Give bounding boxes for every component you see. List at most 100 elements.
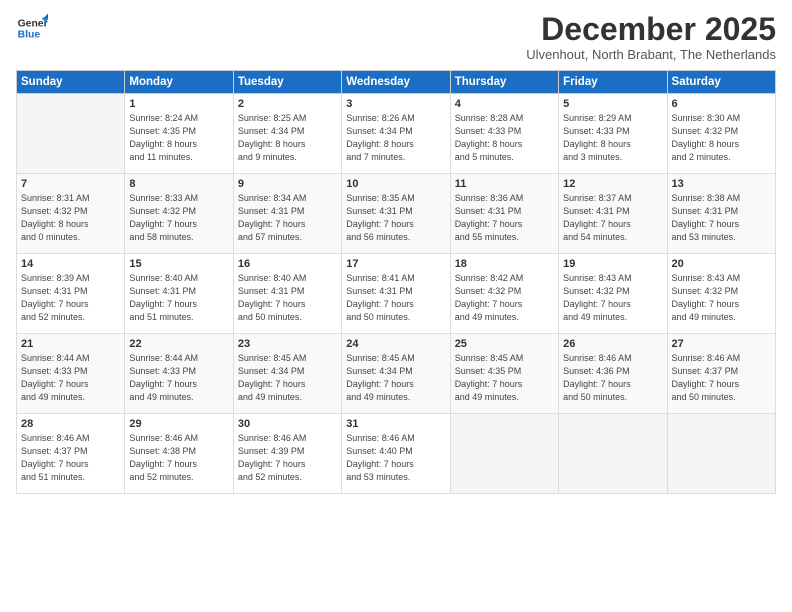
day-info: Sunrise: 8:40 AM Sunset: 4:31 PM Dayligh… bbox=[129, 272, 228, 324]
day-header-friday: Friday bbox=[559, 71, 667, 94]
day-number: 28 bbox=[21, 418, 120, 430]
day-info: Sunrise: 8:31 AM Sunset: 4:32 PM Dayligh… bbox=[21, 192, 120, 244]
calendar-cell bbox=[667, 414, 775, 494]
calendar-cell: 17 Sunrise: 8:41 AM Sunset: 4:31 PM Dayli… bbox=[342, 254, 450, 334]
calendar-table: SundayMondayTuesdayWednesdayThursdayFrid… bbox=[16, 70, 776, 494]
calendar-cell: 11 Sunrise: 8:36 AM Sunset: 4:31 PM Dayli… bbox=[450, 174, 558, 254]
day-number: 8 bbox=[129, 178, 228, 190]
day-number: 17 bbox=[346, 258, 445, 270]
day-number: 7 bbox=[21, 178, 120, 190]
calendar-cell: 29Sunrise: 8:46 AM Sunset: 4:38 PM Dayli… bbox=[125, 414, 233, 494]
day-info: Sunrise: 8:36 AM Sunset: 4:31 PM Dayligh… bbox=[455, 192, 554, 244]
day-info: Sunrise: 8:46 AM Sunset: 4:38 PM Dayligh… bbox=[129, 432, 228, 484]
day-info: Sunrise: 8:42 AM Sunset: 4:32 PM Dayligh… bbox=[455, 272, 554, 324]
calendar-cell: 6 Sunrise: 8:30 AM Sunset: 4:32 PM Daylig… bbox=[667, 94, 775, 174]
day-header-wednesday: Wednesday bbox=[342, 71, 450, 94]
day-number: 12 bbox=[563, 178, 662, 190]
calendar-cell: 19 Sunrise: 8:43 AM Sunset: 4:32 PM Dayli… bbox=[559, 254, 667, 334]
day-header-saturday: Saturday bbox=[667, 71, 775, 94]
day-number: 13 bbox=[672, 178, 771, 190]
day-info: Sunrise: 8:44 AM Sunset: 4:33 PM Dayligh… bbox=[129, 352, 228, 404]
day-number: 27 bbox=[672, 338, 771, 350]
day-info: Sunrise: 8:24 AM Sunset: 4:35 PM Dayligh… bbox=[129, 112, 228, 164]
calendar-cell: 8Sunrise: 8:33 AM Sunset: 4:32 PM Daylig… bbox=[125, 174, 233, 254]
calendar-cell: 12 Sunrise: 8:37 AM Sunset: 4:31 PM Dayli… bbox=[559, 174, 667, 254]
calendar-week-4: 21Sunrise: 8:44 AM Sunset: 4:33 PM Dayli… bbox=[17, 334, 776, 414]
day-info: Sunrise: 8:28 AM Sunset: 4:33 PM Dayligh… bbox=[455, 112, 554, 164]
calendar-cell: 2 Sunrise: 8:25 AM Sunset: 4:34 PM Daylig… bbox=[233, 94, 341, 174]
calendar-cell: 26Sunrise: 8:46 AM Sunset: 4:36 PM Dayli… bbox=[559, 334, 667, 414]
day-info: Sunrise: 8:45 AM Sunset: 4:34 PM Dayligh… bbox=[346, 352, 445, 404]
calendar-cell: 22 Sunrise: 8:44 AM Sunset: 4:33 PM Dayli… bbox=[125, 334, 233, 414]
day-number: 11 bbox=[455, 178, 554, 190]
day-info: Sunrise: 8:35 AM Sunset: 4:31 PM Dayligh… bbox=[346, 192, 445, 244]
day-info: Sunrise: 8:41 AM Sunset: 4:31 PM Dayligh… bbox=[346, 272, 445, 324]
day-number: 20 bbox=[672, 258, 771, 270]
day-info: Sunrise: 8:44 AM Sunset: 4:33 PM Dayligh… bbox=[21, 352, 120, 404]
day-info: Sunrise: 8:45 AM Sunset: 4:35 PM Dayligh… bbox=[455, 352, 554, 404]
calendar-cell: 10 Sunrise: 8:35 AM Sunset: 4:31 PM Dayli… bbox=[342, 174, 450, 254]
day-info: Sunrise: 8:37 AM Sunset: 4:31 PM Dayligh… bbox=[563, 192, 662, 244]
day-number: 16 bbox=[238, 258, 337, 270]
page-header: General Blue December 2025 Ulvenhout, No… bbox=[16, 12, 776, 62]
calendar-header-row: SundayMondayTuesdayWednesdayThursdayFrid… bbox=[17, 71, 776, 94]
calendar-cell: 9 Sunrise: 8:34 AM Sunset: 4:31 PM Daylig… bbox=[233, 174, 341, 254]
calendar-week-3: 14Sunrise: 8:39 AM Sunset: 4:31 PM Dayli… bbox=[17, 254, 776, 334]
day-number: 24 bbox=[346, 338, 445, 350]
day-info: Sunrise: 8:43 AM Sunset: 4:32 PM Dayligh… bbox=[563, 272, 662, 324]
day-number: 31 bbox=[346, 418, 445, 430]
day-info: Sunrise: 8:43 AM Sunset: 4:32 PM Dayligh… bbox=[672, 272, 771, 324]
day-header-thursday: Thursday bbox=[450, 71, 558, 94]
svg-text:Blue: Blue bbox=[18, 30, 41, 41]
calendar-week-5: 28 Sunrise: 8:46 AM Sunset: 4:37 PM Dayli… bbox=[17, 414, 776, 494]
calendar-cell: 31Sunrise: 8:46 AM Sunset: 4:40 PM Dayli… bbox=[342, 414, 450, 494]
calendar-cell: 18 Sunrise: 8:42 AM Sunset: 4:32 PM Dayli… bbox=[450, 254, 558, 334]
logo: General Blue bbox=[16, 12, 48, 44]
calendar-cell: 4Sunrise: 8:28 AM Sunset: 4:33 PM Daylig… bbox=[450, 94, 558, 174]
calendar-cell: 27 Sunrise: 8:46 AM Sunset: 4:37 PM Dayli… bbox=[667, 334, 775, 414]
day-number: 22 bbox=[129, 338, 228, 350]
calendar-cell: 24 Sunrise: 8:45 AM Sunset: 4:34 PM Dayli… bbox=[342, 334, 450, 414]
calendar-cell: 5 Sunrise: 8:29 AM Sunset: 4:33 PM Daylig… bbox=[559, 94, 667, 174]
day-number: 9 bbox=[238, 178, 337, 190]
day-header-monday: Monday bbox=[125, 71, 233, 94]
day-number: 15 bbox=[129, 258, 228, 270]
day-number: 19 bbox=[563, 258, 662, 270]
calendar-cell: 20 Sunrise: 8:43 AM Sunset: 4:32 PM Dayli… bbox=[667, 254, 775, 334]
day-number: 1 bbox=[129, 98, 228, 110]
calendar-week-2: 7 Sunrise: 8:31 AM Sunset: 4:32 PM Daylig… bbox=[17, 174, 776, 254]
day-number: 18 bbox=[455, 258, 554, 270]
day-number: 10 bbox=[346, 178, 445, 190]
day-number: 5 bbox=[563, 98, 662, 110]
calendar-cell: 13 Sunrise: 8:38 AM Sunset: 4:31 PM Dayli… bbox=[667, 174, 775, 254]
day-number: 6 bbox=[672, 98, 771, 110]
calendar-cell: 28 Sunrise: 8:46 AM Sunset: 4:37 PM Dayli… bbox=[17, 414, 125, 494]
day-info: Sunrise: 8:40 AM Sunset: 4:31 PM Dayligh… bbox=[238, 272, 337, 324]
calendar-cell: 7 Sunrise: 8:31 AM Sunset: 4:32 PM Daylig… bbox=[17, 174, 125, 254]
day-info: Sunrise: 8:25 AM Sunset: 4:34 PM Dayligh… bbox=[238, 112, 337, 164]
day-info: Sunrise: 8:45 AM Sunset: 4:34 PM Dayligh… bbox=[238, 352, 337, 404]
day-info: Sunrise: 8:26 AM Sunset: 4:34 PM Dayligh… bbox=[346, 112, 445, 164]
day-info: Sunrise: 8:29 AM Sunset: 4:33 PM Dayligh… bbox=[563, 112, 662, 164]
calendar-week-1: 1 Sunrise: 8:24 AM Sunset: 4:35 PM Daylig… bbox=[17, 94, 776, 174]
day-info: Sunrise: 8:46 AM Sunset: 4:37 PM Dayligh… bbox=[21, 432, 120, 484]
month-title: December 2025 bbox=[526, 12, 776, 47]
calendar-cell bbox=[559, 414, 667, 494]
day-info: Sunrise: 8:38 AM Sunset: 4:31 PM Dayligh… bbox=[672, 192, 771, 244]
day-info: Sunrise: 8:30 AM Sunset: 4:32 PM Dayligh… bbox=[672, 112, 771, 164]
day-number: 2 bbox=[238, 98, 337, 110]
calendar-cell: 14Sunrise: 8:39 AM Sunset: 4:31 PM Dayli… bbox=[17, 254, 125, 334]
calendar-cell: 15 Sunrise: 8:40 AM Sunset: 4:31 PM Dayli… bbox=[125, 254, 233, 334]
day-info: Sunrise: 8:34 AM Sunset: 4:31 PM Dayligh… bbox=[238, 192, 337, 244]
day-info: Sunrise: 8:46 AM Sunset: 4:37 PM Dayligh… bbox=[672, 352, 771, 404]
calendar-cell: 3Sunrise: 8:26 AM Sunset: 4:34 PM Daylig… bbox=[342, 94, 450, 174]
day-info: Sunrise: 8:46 AM Sunset: 4:39 PM Dayligh… bbox=[238, 432, 337, 484]
calendar-cell: 1 Sunrise: 8:24 AM Sunset: 4:35 PM Daylig… bbox=[125, 94, 233, 174]
calendar-cell: 16 Sunrise: 8:40 AM Sunset: 4:31 PM Dayli… bbox=[233, 254, 341, 334]
calendar-cell: 23 Sunrise: 8:45 AM Sunset: 4:34 PM Dayli… bbox=[233, 334, 341, 414]
location-subtitle: Ulvenhout, North Brabant, The Netherland… bbox=[526, 47, 776, 62]
calendar-cell bbox=[450, 414, 558, 494]
day-info: Sunrise: 8:46 AM Sunset: 4:36 PM Dayligh… bbox=[563, 352, 662, 404]
day-number: 23 bbox=[238, 338, 337, 350]
day-number: 25 bbox=[455, 338, 554, 350]
